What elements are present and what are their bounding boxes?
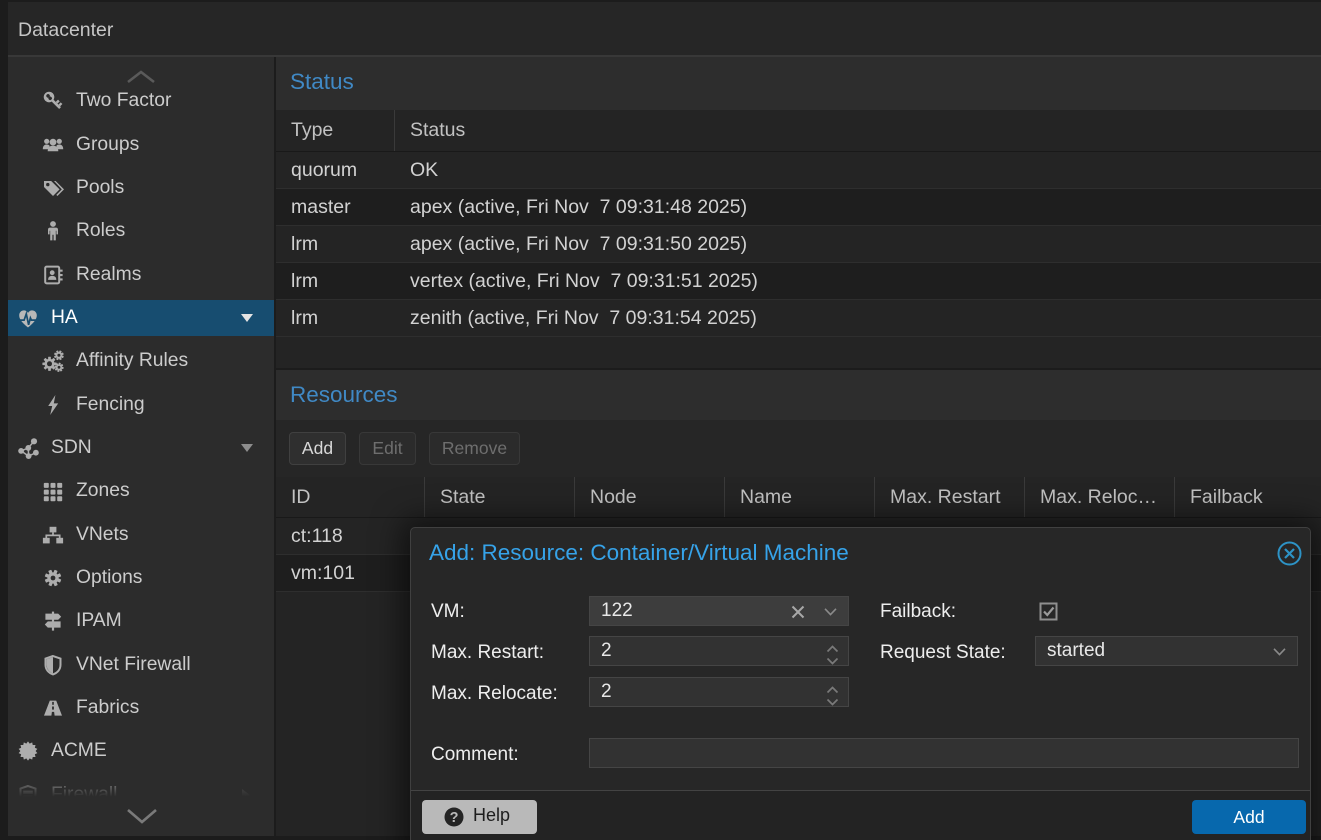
svg-text:?: ? (450, 810, 459, 826)
